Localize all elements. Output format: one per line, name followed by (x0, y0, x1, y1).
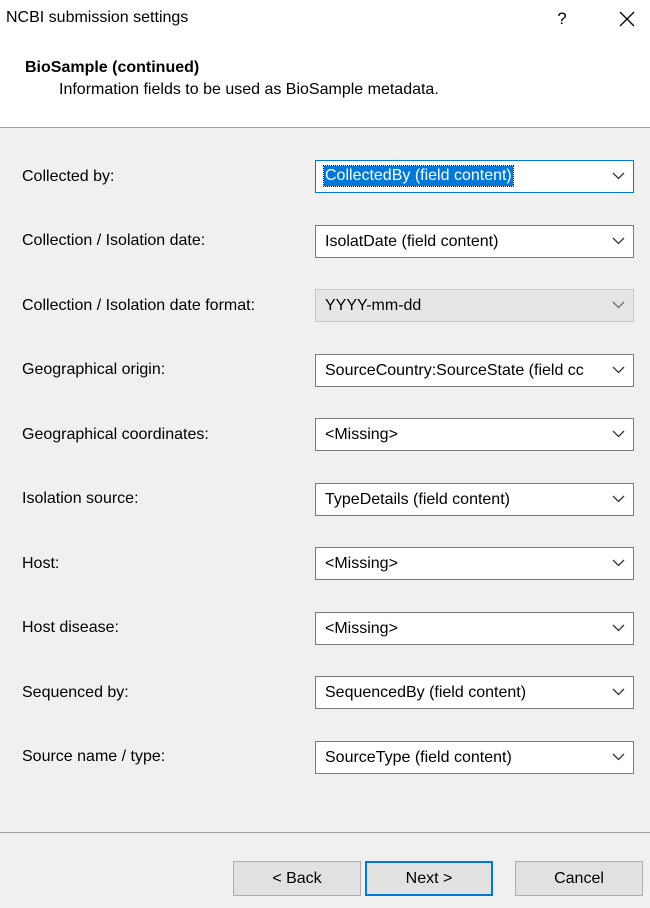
chevron-down-icon (612, 624, 625, 632)
window-title: NCBI submission settings (6, 9, 189, 26)
chevron-down-icon (612, 753, 625, 761)
geographical-origin-label: Geographical origin: (22, 361, 166, 378)
sequenced-by-select[interactable]: SequencedBy (field content) (315, 676, 634, 709)
host-value: <Missing> (325, 555, 398, 572)
geographical-origin-value: SourceCountry:SourceState (field cc (325, 362, 584, 379)
host-select[interactable]: <Missing> (315, 547, 634, 580)
chevron-down-icon (612, 172, 625, 180)
geographical-coordinates-value: <Missing> (325, 426, 398, 443)
chevron-down-icon (612, 366, 625, 374)
host-disease-label: Host disease: (22, 619, 119, 636)
isolation-source-label: Isolation source: (22, 490, 139, 507)
chevron-down-icon (612, 559, 625, 567)
geographical-coordinates-select[interactable]: <Missing> (315, 418, 634, 451)
close-button[interactable] (612, 4, 642, 34)
isolation-source-select[interactable]: TypeDetails (field content) (315, 483, 634, 516)
host-disease-value: <Missing> (325, 620, 398, 637)
back-button[interactable]: < Back (233, 861, 361, 896)
page-subtitle: Information fields to be used as BioSamp… (59, 81, 439, 98)
source-name-select[interactable]: SourceType (field content) (315, 741, 634, 774)
chevron-down-icon (612, 301, 625, 309)
collected-by-label: Collected by: (22, 168, 115, 185)
help-button[interactable]: ? (547, 4, 577, 34)
geographical-origin-select[interactable]: SourceCountry:SourceState (field cc (315, 354, 634, 387)
sequenced-by-value: SequencedBy (field content) (325, 684, 527, 701)
wizard-header: BioSample (continued) Information fields… (0, 40, 650, 128)
chevron-down-icon (612, 430, 625, 438)
chevron-down-icon (612, 495, 625, 503)
host-label: Host: (22, 555, 60, 572)
title-bar: NCBI submission settings ? (0, 0, 650, 40)
geographical-coordinates-label: Geographical coordinates: (22, 426, 209, 443)
isolation-source-value: TypeDetails (field content) (325, 491, 510, 508)
date-format-select: YYYY-mm-dd (315, 289, 634, 322)
page-title: BioSample (continued) (25, 59, 200, 76)
footer-divider (0, 832, 650, 833)
collected-by-value: CollectedBy (field content) (323, 165, 514, 187)
collection-date-select[interactable]: IsolatDate (field content) (315, 225, 634, 258)
source-name-value: SourceType (field content) (325, 749, 512, 766)
collection-date-value: IsolatDate (field content) (325, 233, 499, 250)
chevron-down-icon (612, 688, 625, 696)
date-format-value: YYYY-mm-dd (325, 297, 422, 314)
host-disease-select[interactable]: <Missing> (315, 612, 634, 645)
date-format-label: Collection / Isolation date format: (22, 297, 256, 314)
collection-date-label: Collection / Isolation date: (22, 232, 206, 249)
next-button[interactable]: Next > (365, 861, 493, 896)
collected-by-select[interactable]: CollectedBy (field content) (315, 160, 634, 193)
source-name-label: Source name / type: (22, 748, 166, 765)
cancel-button[interactable]: Cancel (515, 861, 643, 896)
sequenced-by-label: Sequenced by: (22, 684, 129, 701)
close-icon (619, 11, 635, 27)
chevron-down-icon (612, 237, 625, 245)
